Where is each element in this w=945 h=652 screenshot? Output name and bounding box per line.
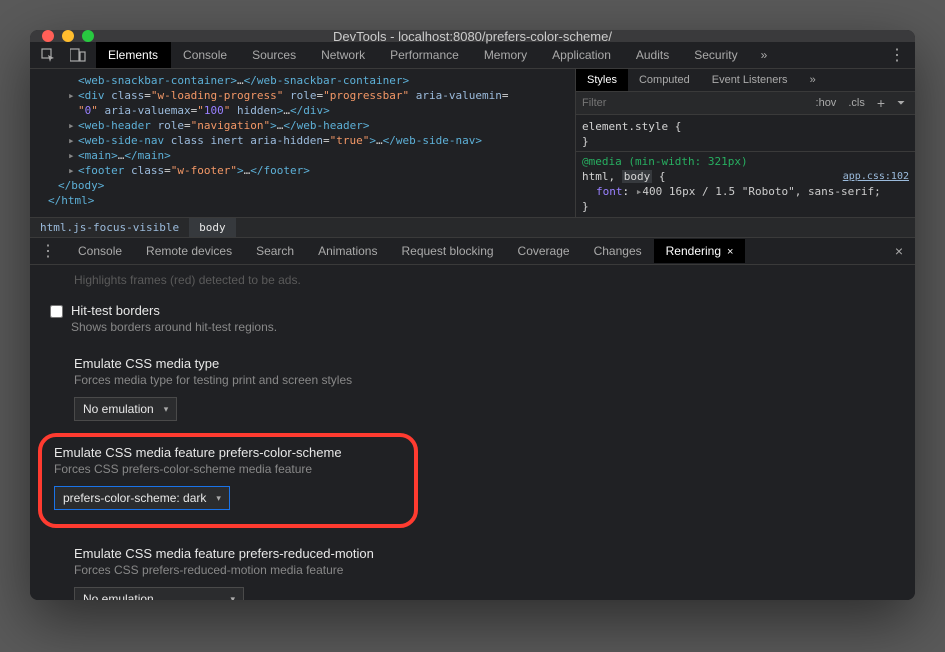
close-window-button[interactable] <box>42 30 54 42</box>
drawer-tab-search[interactable]: Search <box>244 239 306 263</box>
more-tabs-icon[interactable]: » <box>751 42 778 68</box>
tab-performance[interactable]: Performance <box>378 42 472 68</box>
more-styles-tabs-icon[interactable]: » <box>799 69 827 91</box>
main-split: <web-snackbar-container>…</web-snackbar-… <box>30 69 915 217</box>
traffic-lights <box>42 30 94 42</box>
titlebar: DevTools - localhost:8080/prefers-color-… <box>30 30 915 42</box>
pcs-sub: Forces CSS prefers-color-scheme media fe… <box>54 462 402 476</box>
prm-select[interactable]: No emulation ▾ <box>74 587 244 600</box>
drawer-close-icon[interactable]: × <box>883 239 915 263</box>
source-link[interactable]: app.css:102 <box>843 169 909 184</box>
styles-panel: Styles Computed Event Listeners » :hov .… <box>575 69 915 217</box>
chevron-down-icon: ▾ <box>216 493 221 504</box>
drawer-tab-animations[interactable]: Animations <box>306 239 389 263</box>
hit-test-title: Hit-test borders <box>71 303 277 318</box>
chevron-down-icon: ▾ <box>164 404 169 415</box>
media-query: @media (min-width: 321px) <box>582 155 748 168</box>
tab-console[interactable]: Console <box>171 42 240 68</box>
tab-memory[interactable]: Memory <box>472 42 540 68</box>
prm-sub: Forces CSS prefers-reduced-motion media … <box>74 563 895 577</box>
styles-body[interactable]: element.style { } @media (min-width: 321… <box>576 115 915 220</box>
tab-security[interactable]: Security <box>682 42 750 68</box>
faded-prev-setting: Highlights frames (red) detected to be a… <box>50 271 895 299</box>
devtools-window: DevTools - localhost:8080/prefers-color-… <box>30 30 915 600</box>
maximize-window-button[interactable] <box>82 30 94 42</box>
drawer-tab-coverage[interactable]: Coverage <box>506 239 582 263</box>
new-style-rule-icon[interactable]: + <box>873 95 889 111</box>
drawer-menu-icon[interactable]: ⋮ <box>30 237 66 265</box>
elements-tree[interactable]: <web-snackbar-container>…</web-snackbar-… <box>30 69 575 217</box>
main-toolbar: Elements Console Sources Network Perform… <box>30 42 915 69</box>
styles-tab[interactable]: Styles <box>576 69 628 91</box>
brace: } <box>582 200 589 213</box>
tab-sources[interactable]: Sources <box>240 42 309 68</box>
styles-more-icon[interactable]: ⏷ <box>893 98 909 109</box>
minimize-window-button[interactable] <box>62 30 74 42</box>
drawer-tab-request-blocking[interactable]: Request blocking <box>389 239 505 263</box>
styles-tabs: Styles Computed Event Listeners » <box>576 69 915 92</box>
tab-network[interactable]: Network <box>309 42 378 68</box>
chevron-down-icon: ▾ <box>230 594 235 601</box>
setting-reduced-motion: Emulate CSS media feature prefers-reduce… <box>50 542 895 600</box>
setting-media-type: Emulate CSS media type Forces media type… <box>50 352 895 439</box>
inspect-element-icon[interactable] <box>36 45 60 65</box>
device-toolbar-icon[interactable] <box>66 45 90 65</box>
tab-elements[interactable]: Elements <box>96 42 171 68</box>
event-listeners-tab[interactable]: Event Listeners <box>701 69 799 91</box>
tab-audits[interactable]: Audits <box>624 42 682 68</box>
breadcrumb: html.js-focus-visible body <box>30 217 915 237</box>
rendering-panel: Highlights frames (red) detected to be a… <box>30 265 915 600</box>
main-tabs: Elements Console Sources Network Perform… <box>96 42 879 68</box>
media-type-value: No emulation <box>83 402 154 416</box>
styles-filter-row: :hov .cls + ⏷ <box>576 92 915 115</box>
drawer-tab-changes[interactable]: Changes <box>582 239 654 263</box>
hit-test-sub: Shows borders around hit-test regions. <box>71 320 277 334</box>
media-type-sub: Forces media type for testing print and … <box>74 373 895 387</box>
pcs-title: Emulate CSS media feature prefers-color-… <box>54 445 402 460</box>
hov-toggle[interactable]: :hov <box>812 96 841 110</box>
pcs-value: prefers-color-scheme: dark <box>63 491 206 505</box>
setting-hit-test: Hit-test borders Shows borders around hi… <box>50 299 895 352</box>
drawer: ⋮ Console Remote devices Search Animatio… <box>30 237 915 600</box>
window-title: DevTools - localhost:8080/prefers-color-… <box>30 30 915 44</box>
drawer-tab-rendering[interactable]: Rendering× <box>654 239 746 263</box>
tab-application[interactable]: Application <box>540 42 624 68</box>
highlighted-setting: Emulate CSS media feature prefers-color-… <box>38 433 418 528</box>
cls-toggle[interactable]: .cls <box>844 96 869 110</box>
computed-tab[interactable]: Computed <box>628 69 701 91</box>
crumb-body[interactable]: body <box>189 218 236 237</box>
drawer-tabs: ⋮ Console Remote devices Search Animatio… <box>30 238 915 265</box>
pcs-select[interactable]: prefers-color-scheme: dark ▾ <box>54 486 230 510</box>
styles-filter-input[interactable] <box>582 97 812 109</box>
media-type-select[interactable]: No emulation ▾ <box>74 397 177 421</box>
element-style-selector: element.style { <box>582 120 681 133</box>
main-menu-icon[interactable]: ⋮ <box>879 39 915 71</box>
crumb-html[interactable]: html.js-focus-visible <box>30 218 189 237</box>
drawer-tab-console[interactable]: Console <box>66 239 134 263</box>
prm-title: Emulate CSS media feature prefers-reduce… <box>74 546 895 561</box>
css-property: font <box>596 185 623 198</box>
prm-value: No emulation <box>83 592 154 600</box>
drawer-tab-remote[interactable]: Remote devices <box>134 239 244 263</box>
brace: } <box>582 135 589 148</box>
css-value: 400 16px / 1.5 "Roboto", sans-serif; <box>642 185 880 198</box>
media-type-title: Emulate CSS media type <box>74 356 895 371</box>
close-tab-icon[interactable]: × <box>727 246 733 258</box>
hit-test-checkbox[interactable] <box>50 305 63 318</box>
